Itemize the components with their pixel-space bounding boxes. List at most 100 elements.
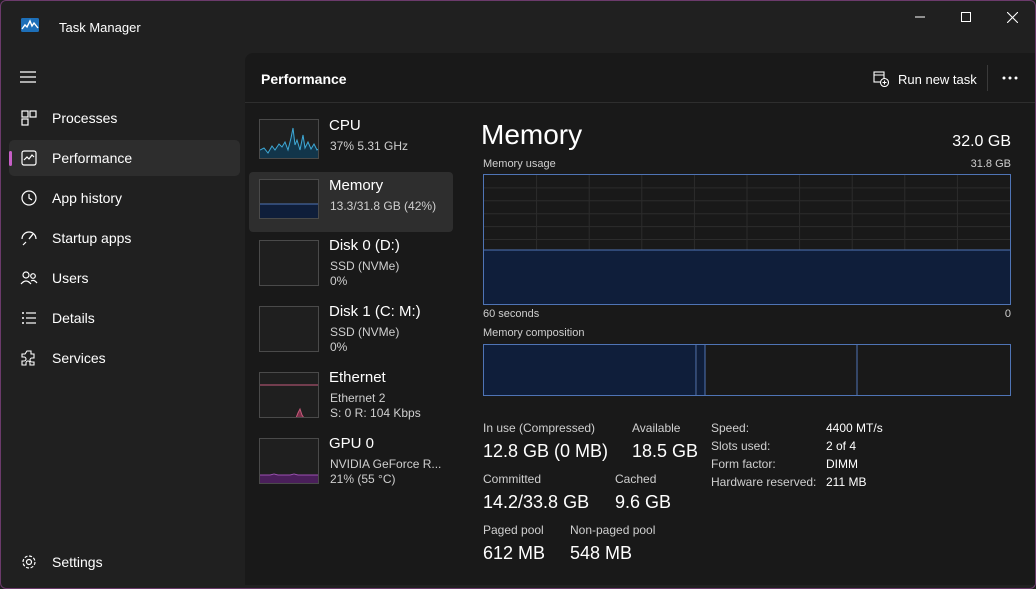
sidebar-item-startup-apps[interactable]: Startup apps xyxy=(9,220,240,256)
resource-subtitle: NVIDIA GeForce R... xyxy=(330,457,442,471)
composition-in-use xyxy=(484,345,696,395)
hamburger-icon xyxy=(20,71,36,83)
minimize-button[interactable] xyxy=(897,1,943,33)
disk-0-thumbnail xyxy=(259,240,319,286)
in-use-value: 12.8 GB (0 MB) xyxy=(483,441,609,461)
detail-title: Memory xyxy=(481,119,583,150)
memory-composition-bar xyxy=(483,344,1011,396)
resource-subtitle: Ethernet 2 xyxy=(330,391,386,405)
non-paged-pool-label: Non-paged pool xyxy=(570,523,656,537)
memory-total: 32.0 GB xyxy=(952,133,1011,150)
sidebar-item-services[interactable]: Services xyxy=(9,340,240,376)
resource-item-gpu-0[interactable]: GPU 0 NVIDIA GeForce R... 21% (55 °C) xyxy=(249,430,453,490)
available-value: 18.5 GB xyxy=(632,441,699,461)
memory-usage-area xyxy=(484,250,1010,304)
main-panel: Performance Run new task CPU 37% 5.31 GH… xyxy=(245,53,1035,585)
memory-usage-label: Memory usage xyxy=(483,158,556,170)
close-button[interactable] xyxy=(989,1,1035,33)
composition-modified xyxy=(697,345,705,395)
resource-name: Ethernet xyxy=(329,369,386,386)
close-icon xyxy=(1006,11,1018,23)
run-task-icon xyxy=(873,71,889,87)
header-divider xyxy=(987,65,988,91)
sidebar-item-label: Performance xyxy=(52,150,133,166)
form-factor-label: Form factor: xyxy=(711,457,776,471)
gear-icon xyxy=(22,555,36,569)
resource-item-disk-1[interactable]: Disk 1 (C: M:) SSD (NVMe) 0% xyxy=(249,298,453,358)
run-task-label: Run new task xyxy=(898,72,977,87)
cached-value: 9.6 GB xyxy=(615,492,672,512)
resource-value: 0% xyxy=(330,274,348,288)
resource-item-ethernet[interactable]: Ethernet Ethernet 2 S: 0 R: 104 Kbps xyxy=(249,364,453,424)
cached-label: Cached xyxy=(615,472,657,486)
history-icon xyxy=(21,190,37,206)
resource-subtitle: 13.3/31.8 GB (42%) xyxy=(330,199,437,213)
memory-sparkline xyxy=(260,203,318,218)
non-paged-pool-value: 548 MB xyxy=(570,543,633,563)
speed-value: 4400 MT/s xyxy=(826,421,883,435)
resource-item-memory[interactable]: Memory 13.3/31.8 GB (42%) xyxy=(249,172,453,232)
sidebar-item-users[interactable]: Users xyxy=(9,260,240,296)
resource-name: GPU 0 xyxy=(329,435,375,452)
sidebar-item-label: Users xyxy=(52,270,89,286)
resource-value: 0% xyxy=(330,340,348,354)
users-icon xyxy=(20,271,38,285)
memory-usage-plot xyxy=(484,175,1010,304)
sidebar-item-label: App history xyxy=(52,190,123,206)
services-icon xyxy=(21,350,35,366)
resource-name: Disk 0 (D:) xyxy=(329,237,400,254)
resource-subtitle: SSD (NVMe) xyxy=(330,325,400,339)
sidebar-item-details[interactable]: Details xyxy=(9,300,240,336)
ethernet-thumbnail xyxy=(259,372,319,418)
hardware-reserved-value: 211 MB xyxy=(826,475,867,489)
in-use-label: In use (Compressed) xyxy=(483,421,596,435)
form-factor-value: DIMM xyxy=(826,457,858,471)
task-manager-logo-icon xyxy=(21,18,39,32)
details-icon xyxy=(22,312,36,324)
processes-icon xyxy=(21,110,37,126)
time-end-label: 0 xyxy=(1004,308,1011,320)
task-manager-window: Task Manager Processes Performance App h… xyxy=(0,0,1036,589)
committed-label: Committed xyxy=(483,472,542,486)
ethernet-sparkline xyxy=(260,384,318,417)
cpu-thumbnail xyxy=(259,119,319,159)
resource-subtitle: SSD (NVMe) xyxy=(330,259,400,273)
sidebar-item-label: Settings xyxy=(52,554,103,570)
page-title: Performance xyxy=(261,71,347,87)
speed-label: Speed: xyxy=(711,421,750,435)
sidebar-item-performance[interactable]: Performance xyxy=(9,140,240,176)
memory-composition-plot xyxy=(484,345,858,395)
more-icon xyxy=(1002,76,1018,80)
time-span-label: 60 seconds xyxy=(483,308,540,320)
memory-usage-max: 31.8 GB xyxy=(970,158,1011,170)
hardware-reserved-label: Hardware reserved: xyxy=(711,475,817,489)
slots-label: Slots used: xyxy=(711,439,771,453)
resource-subtitle: 37% 5.31 GHz xyxy=(330,139,409,153)
cpu-sparkline xyxy=(260,127,318,158)
resource-item-disk-0[interactable]: Disk 0 (D:) SSD (NVMe) 0% xyxy=(249,232,453,292)
gpu-thumbnail xyxy=(259,438,319,484)
resource-item-cpu[interactable]: CPU 37% 5.31 GHz xyxy=(249,112,453,172)
resource-name: Disk 1 (C: M:) xyxy=(329,303,421,320)
memory-composition-label: Memory composition xyxy=(483,327,585,339)
active-indicator xyxy=(9,151,12,166)
sidebar-item-label: Services xyxy=(52,350,106,366)
gpu-sparkline xyxy=(260,473,318,483)
sidebar-item-app-history[interactable]: App history xyxy=(9,180,240,216)
sidebar-item-settings[interactable]: Settings xyxy=(9,544,240,580)
resource-name: Memory xyxy=(329,177,384,194)
memory-thumbnail xyxy=(259,179,319,219)
maximize-icon xyxy=(961,12,971,22)
maximize-button[interactable] xyxy=(943,1,989,33)
resource-value: S: 0 R: 104 Kbps xyxy=(330,406,421,420)
more-options-button[interactable] xyxy=(997,67,1023,89)
hamburger-menu-button[interactable] xyxy=(17,65,39,89)
memory-usage-graph xyxy=(483,174,1011,305)
app-title: Task Manager xyxy=(59,20,141,35)
paged-pool-value: 612 MB xyxy=(483,543,546,563)
performance-icon xyxy=(21,150,37,166)
sidebar-item-label: Details xyxy=(52,310,95,326)
committed-value: 14.2/33.8 GB xyxy=(483,492,590,512)
page-header: Performance Run new task xyxy=(245,53,1035,103)
sidebar-item-processes[interactable]: Processes xyxy=(9,100,240,136)
